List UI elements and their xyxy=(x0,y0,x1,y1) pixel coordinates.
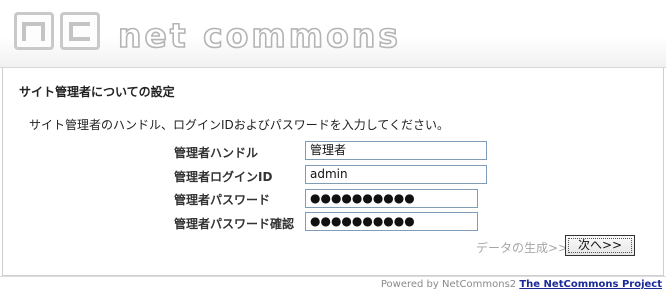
password-confirm-field[interactable]: ●●●●●●●●●● xyxy=(305,212,478,231)
logo-c-icon xyxy=(60,12,100,50)
logo-n-icon xyxy=(14,12,54,50)
netcommons-project-link[interactable]: The NetCommons Project xyxy=(519,279,662,290)
password-label: 管理者パスワード xyxy=(174,193,271,207)
section-title: サイト管理者についての設定 xyxy=(19,85,175,99)
data-generation-link: データの生成>> xyxy=(476,241,569,255)
login-id-field[interactable]: admin xyxy=(305,165,487,184)
handle-label: 管理者ハンドル xyxy=(174,146,259,160)
password-confirm-label: 管理者パスワード確認 xyxy=(174,217,295,231)
handle-field[interactable]: 管理者 xyxy=(305,141,487,160)
login-id-label: 管理者ログインID xyxy=(174,170,273,184)
footer: Powered by NetCommons2 The NetCommons Pr… xyxy=(0,276,666,292)
footer-text: Powered by NetCommons2 The NetCommons Pr… xyxy=(381,279,662,290)
section-description: サイト管理者のハンドル、ログインIDおよびパスワードを入力してください。 xyxy=(29,118,450,132)
powered-by-text: Powered by NetCommons2 xyxy=(380,279,517,290)
next-button[interactable]: 次へ>> xyxy=(565,235,635,256)
logo-text: net commons xyxy=(117,15,401,56)
password-field[interactable]: ●●●●●●●●●● xyxy=(305,189,478,208)
header: net commons xyxy=(0,0,666,68)
